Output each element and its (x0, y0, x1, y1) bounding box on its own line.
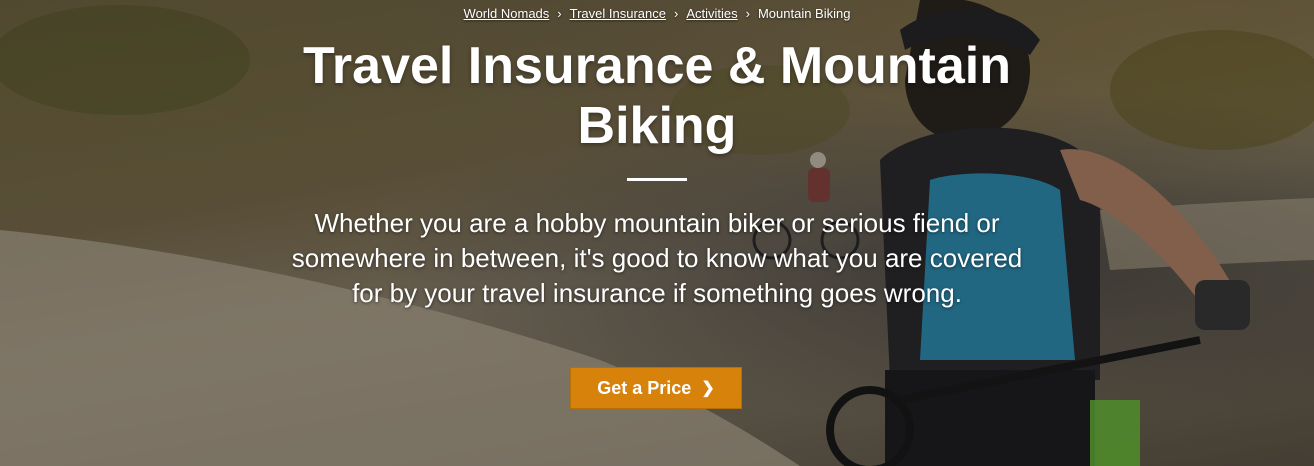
hero-description: Whether you are a hobby mountain biker o… (291, 208, 1023, 308)
breadcrumb-link-world-nomads[interactable]: World Nomads (464, 6, 550, 21)
breadcrumb-link-activities[interactable]: Activities (686, 6, 737, 21)
breadcrumb-separator: › (745, 6, 750, 21)
breadcrumb: World Nomads › Travel Insurance › Activities… (0, 6, 1314, 21)
title-divider (627, 178, 687, 181)
breadcrumb-link-travel-insurance[interactable]: Travel Insurance (570, 6, 666, 21)
breadcrumb-separator: › (557, 6, 562, 21)
breadcrumb-separator: › (673, 6, 679, 21)
get-a-price-button[interactable]: Get a Price ❯ (570, 367, 742, 409)
page-title: Travel Insurance & Mountain Biking (303, 37, 1011, 155)
get-a-price-label: Get a Price (597, 377, 692, 398)
chevron-right-icon: ❯ (701, 380, 715, 397)
breadcrumb-current: Mountain Biking (757, 6, 851, 21)
hero-banner: World Nomads › Travel Insurance › Activities… (0, 0, 1314, 466)
